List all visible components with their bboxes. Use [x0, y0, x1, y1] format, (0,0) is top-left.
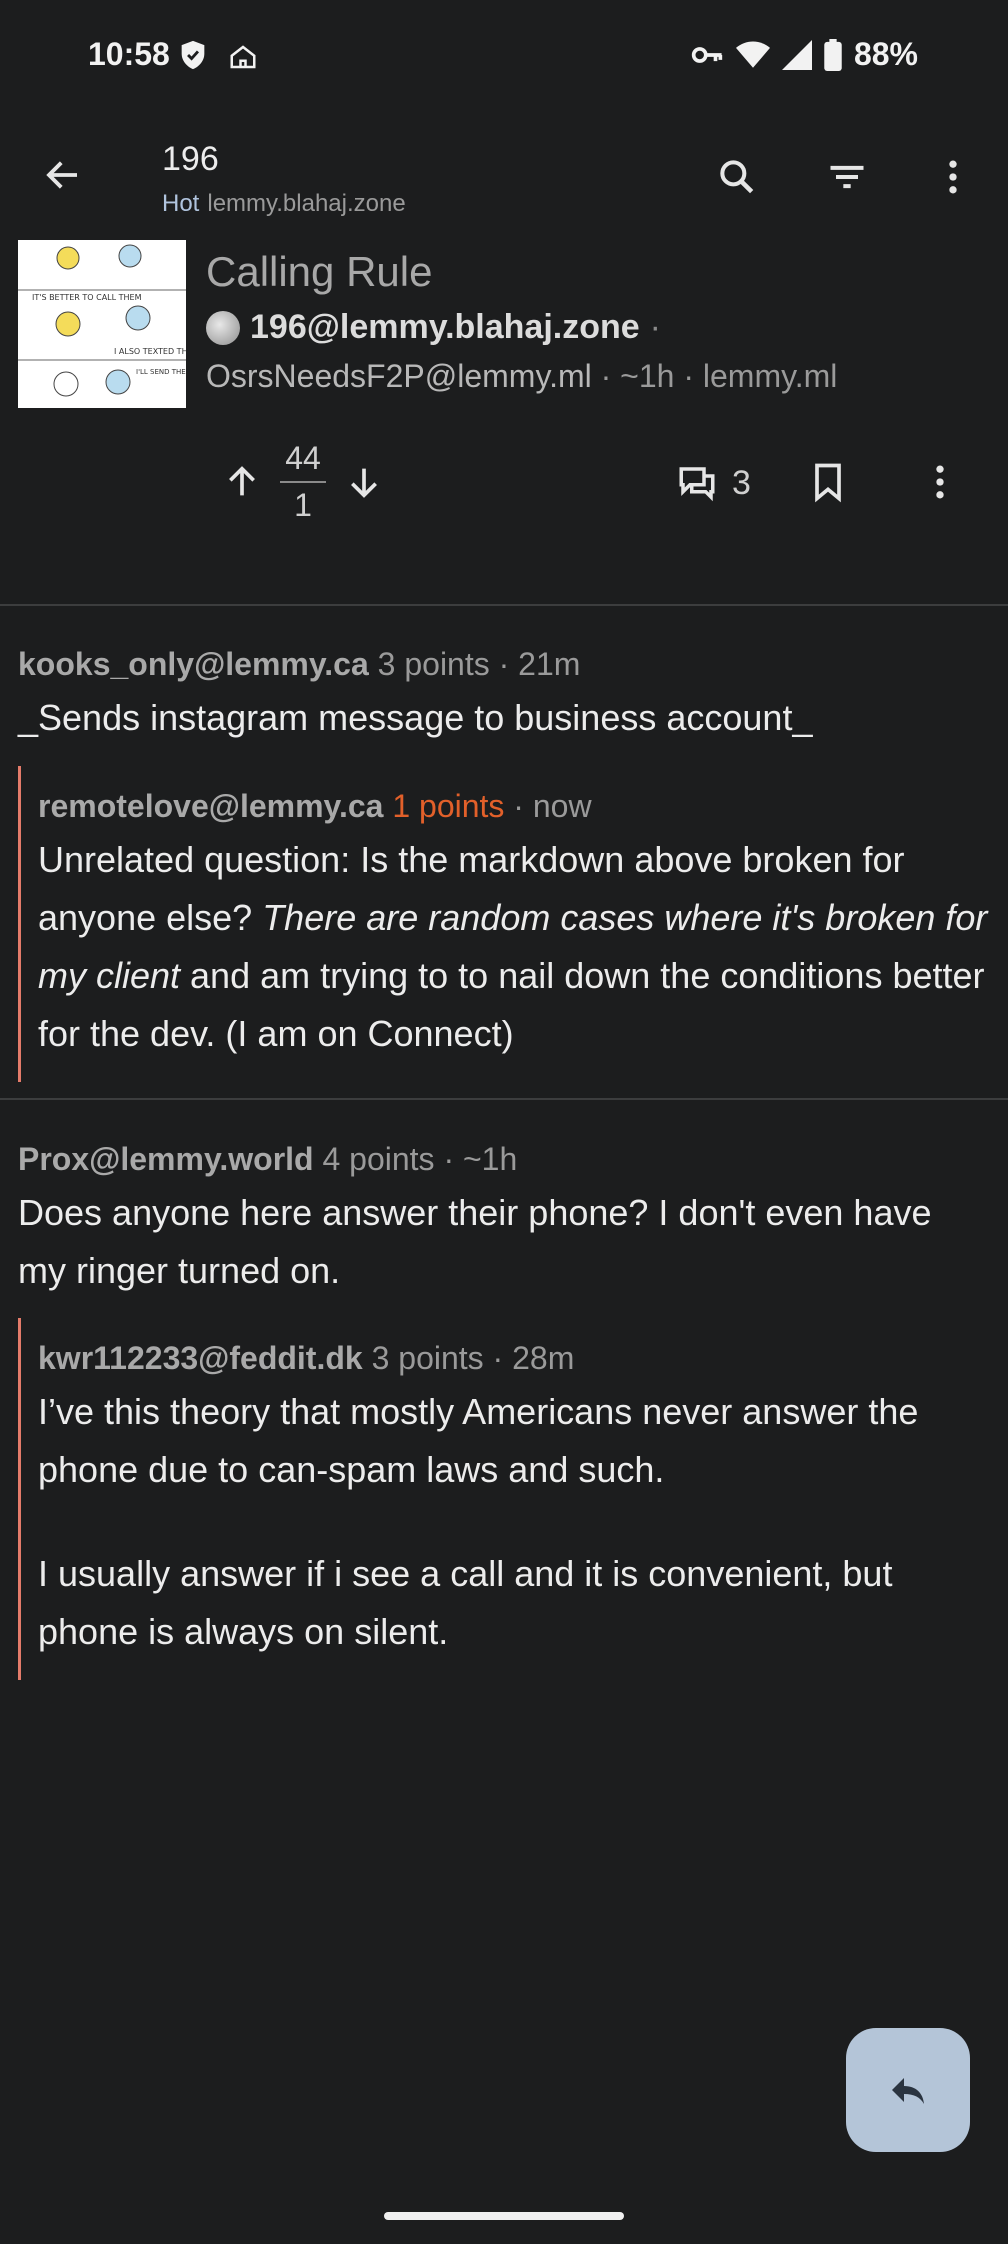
comment-body-end: and am trying to to nail down the condit… [38, 955, 985, 1054]
downvote-count: 1 [294, 487, 312, 523]
comment-user[interactable]: Prox@lemmy.world [18, 1141, 314, 1177]
post-community-row[interactable]: 196@lemmy.blahaj.zone · [206, 308, 661, 347]
arrow-up-icon [229, 466, 255, 496]
status-right: 88% [690, 36, 918, 73]
post-divider [0, 604, 1008, 606]
post-meta-suffix: · ~1h · lemmy.ml [600, 358, 838, 394]
comment-points: 3 points [377, 646, 490, 682]
thumbnail-caption-1: IT'S BETTER TO CALL THEM [32, 293, 142, 302]
comment[interactable]: kooks_only@lemmy.ca 3 points · 21m _Send… [18, 646, 988, 747]
arrow-down-icon [351, 468, 377, 498]
comment-body: _Sends instagram message to business acc… [18, 697, 813, 738]
vote-score: 44 1 [280, 440, 326, 524]
reply-icon [892, 2078, 924, 2104]
home-icon [228, 42, 258, 72]
comment-time: · now [513, 788, 592, 824]
comment-points: 1 points [392, 788, 505, 824]
status-time: 10:58 [88, 36, 170, 72]
comments-icon [679, 467, 715, 502]
comment-header: kooks_only@lemmy.ca 3 points · 21m [18, 646, 988, 683]
signal-icon [781, 39, 812, 70]
wifi-icon [735, 40, 770, 70]
community-separator: · [649, 308, 661, 346]
post-meta: OsrsNeedsF2P@lemmy.ml · ~1h · lemmy.ml [206, 358, 837, 395]
comment-header: remotelove@lemmy.ca 1 points · now [38, 788, 988, 825]
comment-header: kwr112233@feddit.dk 3 points · 28m [38, 1340, 988, 1377]
search-button[interactable] [710, 150, 764, 204]
comments-button[interactable]: 3 [676, 462, 751, 504]
battery-percent: 88% [853, 36, 918, 72]
overflow-menu-button[interactable] [926, 150, 980, 204]
comment-body-paragraph: I usually answer if i see a call and it … [38, 1553, 893, 1652]
comment-user[interactable]: kooks_only@lemmy.ca [18, 646, 369, 682]
upvote-count: 44 [285, 440, 321, 476]
comment-user[interactable]: remotelove@lemmy.ca [38, 788, 383, 824]
comment-reply[interactable]: remotelove@lemmy.ca 1 points · now Unrel… [38, 788, 988, 1063]
more-vert-icon [949, 160, 957, 194]
community-title: 196 [162, 140, 219, 178]
comment-body: Unrelated question: Is the markdown abov… [38, 831, 988, 1063]
reply-indent-bar [18, 1318, 21, 1680]
post-title[interactable]: Calling Rule [206, 248, 432, 296]
comment-user[interactable]: kwr112233@feddit.dk [38, 1340, 363, 1376]
comment-time: · 28m [492, 1340, 575, 1376]
comment-divider [0, 1098, 1008, 1100]
search-icon [720, 160, 754, 194]
post-thumbnail[interactable]: IT'S BETTER TO CALL THEM I ALSO TEXTED T… [18, 240, 186, 408]
instance-label: lemmy.blahaj.zone [207, 190, 406, 217]
upvote-button[interactable] [222, 462, 262, 502]
vpn-key-icon [690, 40, 724, 70]
comment-body-paragraph: I’ve this theory that mostly Americans n… [38, 1391, 919, 1490]
comment-header: Prox@lemmy.world 4 points · ~1h [18, 1141, 988, 1178]
back-button[interactable] [38, 150, 88, 200]
bookmark-icon [815, 463, 841, 503]
comment[interactable]: Prox@lemmy.world 4 points · ~1h Does any… [18, 1141, 988, 1300]
post-author[interactable]: OsrsNeedsF2P@lemmy.ml [206, 358, 592, 394]
comment-points: 3 points [371, 1340, 484, 1376]
filter-button[interactable] [820, 150, 874, 204]
app-bar-subtitle: Hot lemmy.blahaj.zone [162, 190, 406, 218]
filter-icon [830, 165, 864, 189]
post-more-button[interactable] [918, 460, 962, 504]
vote-divider [280, 481, 326, 483]
thumbnail-caption-2: I ALSO TEXTED THEM [114, 347, 186, 356]
comment-reply[interactable]: kwr112233@feddit.dk 3 points · 28m I’ve … [38, 1340, 988, 1661]
battery-icon [824, 38, 842, 71]
more-vert-icon [936, 465, 944, 499]
bookmark-button[interactable] [806, 460, 850, 504]
shield-icon [176, 38, 210, 72]
reply-indent-bar [18, 766, 21, 1082]
comment-count: 3 [732, 463, 751, 502]
comment-time: · 21m [498, 646, 581, 682]
reply-fab[interactable] [846, 2028, 970, 2152]
sort-label: Hot [162, 190, 200, 217]
comment-time: · ~1h [443, 1141, 518, 1177]
thumbnail-caption-3: I'LL SEND THEM MOST [136, 368, 186, 376]
comment-body: Does anyone here answer their phone? I d… [18, 1192, 932, 1291]
arrow-left-icon [46, 161, 77, 189]
community-avatar [206, 310, 240, 345]
gesture-home-bar[interactable] [384, 2212, 624, 2220]
community-name: 196@lemmy.blahaj.zone [250, 308, 640, 346]
downvote-button[interactable] [344, 462, 384, 502]
comment-points: 4 points [322, 1141, 435, 1177]
